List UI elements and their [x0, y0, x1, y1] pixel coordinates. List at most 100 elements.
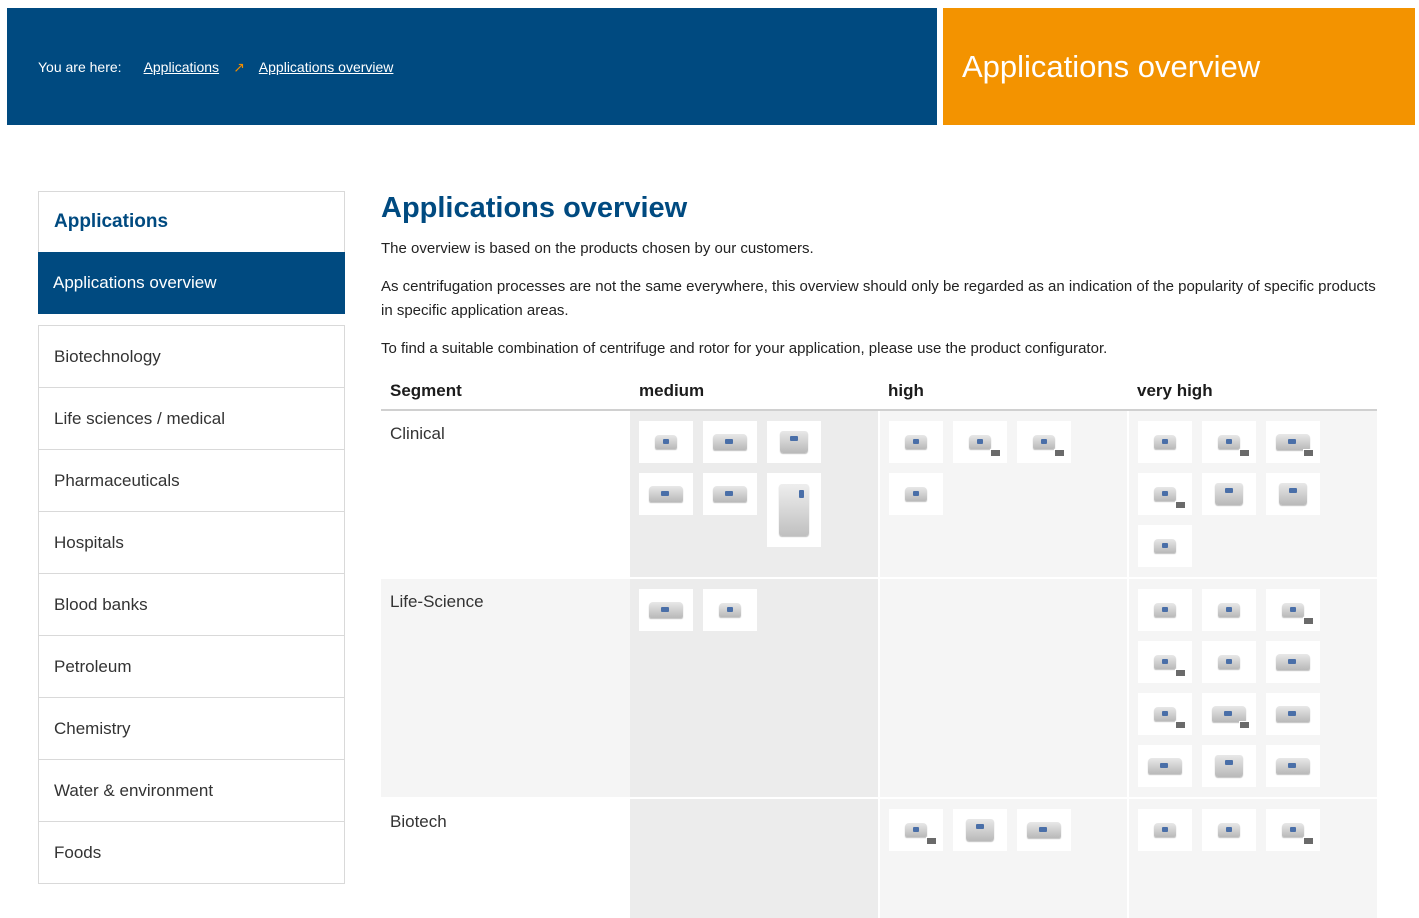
centrifuge-icon — [1282, 823, 1304, 837]
centrifuge-thumbnail[interactable] — [703, 473, 757, 515]
centrifuge-thumbnail[interactable] — [1138, 809, 1192, 851]
centrifuge-thumbnail[interactable] — [889, 421, 943, 463]
sidebar-item-pharmaceuticals[interactable]: Pharmaceuticals — [39, 450, 344, 512]
centrifuge-thumbnail[interactable] — [953, 809, 1007, 851]
page-header: You are here: Applications ↗ Application… — [7, 8, 1415, 125]
centrifuge-icon — [1215, 483, 1243, 505]
variant-tag-icon — [1303, 617, 1314, 625]
centrifuge-thumbnail[interactable] — [1202, 473, 1256, 515]
variant-tag-icon — [1175, 721, 1186, 729]
very-high-cell — [1128, 410, 1377, 579]
breadcrumb-applications-link[interactable]: Applications — [144, 59, 220, 75]
sidebar-item-chemistry[interactable]: Chemistry — [39, 698, 344, 760]
centrifuge-thumbnail[interactable] — [1138, 421, 1192, 463]
centrifuge-thumbnail[interactable] — [953, 421, 1007, 463]
centrifuge-icon — [1154, 603, 1176, 617]
centrifuge-icon — [1276, 706, 1310, 722]
centrifuge-thumbnail[interactable] — [1202, 809, 1256, 851]
centrifuge-thumbnail[interactable] — [767, 421, 821, 463]
centrifuge-thumbnail[interactable] — [889, 809, 943, 851]
centrifuge-icon — [649, 486, 683, 502]
sidebar-item-blood-banks[interactable]: Blood banks — [39, 574, 344, 636]
variant-tag-icon — [1303, 837, 1314, 845]
high-cell — [879, 798, 1129, 918]
sidebar-item-water-environment[interactable]: Water & environment — [39, 760, 344, 822]
sidebar-item-hospitals[interactable]: Hospitals — [39, 512, 344, 574]
centrifuge-thumbnail[interactable] — [639, 589, 693, 631]
page: You are here: Applications ↗ Application… — [0, 0, 1419, 918]
centrifuge-thumbnail[interactable] — [1266, 693, 1320, 735]
centrifuge-thumbnail[interactable] — [639, 473, 693, 515]
sidebar-item-biotechnology[interactable]: Biotechnology — [39, 326, 344, 388]
centrifuge-thumbnail[interactable] — [1266, 809, 1320, 851]
segment-name: Life-Science — [381, 578, 630, 799]
page-title: Applications overview — [381, 192, 688, 224]
centrifuge-thumbnail[interactable] — [1202, 745, 1256, 787]
centrifuge-icon — [1033, 435, 1055, 449]
centrifuge-icon — [1154, 435, 1176, 449]
column-header-segment: Segment — [381, 373, 630, 411]
very-high-cell — [1128, 798, 1377, 918]
sidebar-item-life-sciences-medical[interactable]: Life sciences / medical — [39, 388, 344, 450]
centrifuge-icon — [719, 603, 741, 617]
centrifuge-icon — [1154, 539, 1176, 553]
centrifuge-thumbnail[interactable] — [767, 473, 821, 547]
column-header-medium: medium — [630, 373, 879, 411]
centrifuge-thumbnail[interactable] — [1266, 745, 1320, 787]
centrifuge-thumbnail[interactable] — [889, 473, 943, 515]
centrifuge-icon — [1218, 435, 1240, 449]
centrifuge-thumbnail[interactable] — [1202, 693, 1256, 735]
centrifuge-thumbnail[interactable] — [1138, 589, 1192, 631]
column-header-very-high: very high — [1128, 373, 1377, 411]
centrifuge-icon — [649, 602, 683, 618]
variant-tag-icon — [1303, 449, 1314, 457]
centrifuge-icon — [713, 486, 747, 502]
centrifuge-icon — [1218, 823, 1240, 837]
centrifuge-thumbnail[interactable] — [1017, 421, 1071, 463]
main-content: Applications overview The overview is ba… — [381, 190, 1377, 918]
sidebar-item-petroleum[interactable]: Petroleum — [39, 636, 344, 698]
sidebar-nav: Applications Applications overview Biote… — [38, 191, 345, 884]
centrifuge-icon — [1154, 655, 1176, 669]
high-cell — [879, 410, 1129, 579]
column-header-high: high — [879, 373, 1128, 411]
sidebar-item-applications-overview[interactable]: Applications overview — [38, 252, 345, 314]
banner-title: Applications overview — [943, 8, 1415, 125]
variant-tag-icon — [1175, 669, 1186, 677]
centrifuge-thumbnail[interactable] — [1202, 589, 1256, 631]
centrifuge-icon — [905, 823, 927, 837]
centrifuge-thumbnail[interactable] — [1138, 641, 1192, 683]
centrifuge-icon — [905, 435, 927, 449]
centrifuge-thumbnail[interactable] — [703, 589, 757, 631]
segment-name: Clinical — [381, 410, 630, 579]
centrifuge-icon — [1279, 483, 1307, 505]
variant-tag-icon — [1239, 721, 1250, 729]
centrifuge-thumbnail[interactable] — [1266, 589, 1320, 631]
centrifuge-thumbnail[interactable] — [1138, 525, 1192, 567]
centrifuge-thumbnail[interactable] — [1138, 745, 1192, 787]
centrifuge-thumbnail[interactable] — [1202, 641, 1256, 683]
centrifuge-thumbnail[interactable] — [1138, 473, 1192, 515]
centrifuge-icon — [780, 431, 808, 453]
centrifuge-icon — [1148, 758, 1182, 774]
centrifuge-thumbnail[interactable] — [1266, 421, 1320, 463]
breadcrumb-applications-overview-link[interactable]: Applications overview — [259, 59, 394, 75]
centrifuge-thumbnail[interactable] — [639, 421, 693, 463]
centrifuge-icon — [1276, 758, 1310, 774]
centrifuge-icon — [969, 435, 991, 449]
centrifuge-thumbnail[interactable] — [1266, 473, 1320, 515]
sidebar-item-foods[interactable]: Foods — [39, 822, 344, 884]
sidebar-heading[interactable]: Applications — [38, 191, 345, 252]
centrifuge-thumbnail[interactable] — [1017, 809, 1071, 851]
variant-tag-icon — [990, 449, 1001, 457]
centrifuge-thumbnail[interactable] — [1138, 693, 1192, 735]
table-header-row: Segment medium high very high — [381, 373, 1377, 411]
centrifuge-thumbnail[interactable] — [1266, 641, 1320, 683]
high-cell — [879, 578, 1129, 799]
centrifuge-thumbnail[interactable] — [1202, 421, 1256, 463]
centrifuge-thumbnail[interactable] — [703, 421, 757, 463]
centrifuge-icon — [1218, 603, 1240, 617]
centrifuge-icon — [1154, 823, 1176, 837]
intro-text: The overview is based on the products ch… — [381, 240, 814, 257]
breadcrumb-bar: You are here: Applications ↗ Application… — [7, 8, 937, 125]
